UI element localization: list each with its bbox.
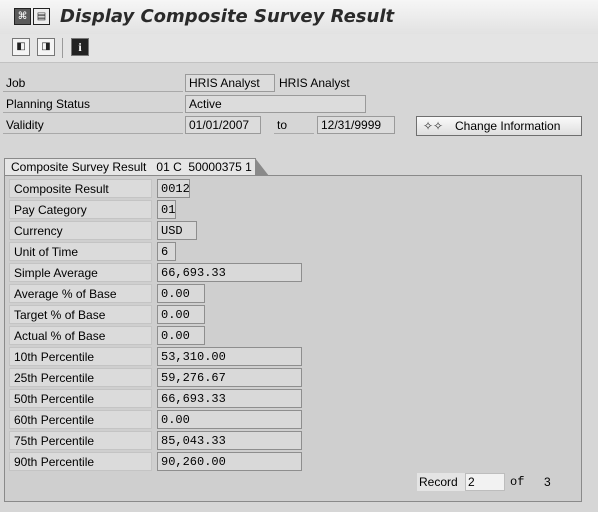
of-label: of xyxy=(510,475,525,489)
document-icon[interactable]: ▤ xyxy=(33,8,50,25)
row-label-target-pct-base: Target % of Base xyxy=(9,305,152,324)
row-label-currency: Currency xyxy=(9,221,152,240)
row-label-10th-percentile: 10th Percentile xyxy=(9,347,152,366)
row-label-90th-percentile: 90th Percentile xyxy=(9,452,152,471)
job-label: Job xyxy=(3,75,183,92)
row-label-25th-percentile: 25th Percentile xyxy=(9,368,152,387)
row-label-composite-result: Composite Result xyxy=(9,179,152,198)
row-label-75th-percentile: 75th Percentile xyxy=(9,431,152,450)
info-icon[interactable]: i xyxy=(71,38,89,56)
page-title: Display Composite Survey Result xyxy=(60,6,395,27)
record-label: Record xyxy=(417,473,467,491)
row-label-simple-average: Simple Average xyxy=(9,263,152,282)
validity-label: Validity xyxy=(3,117,183,134)
75th-percentile-field[interactable]: 85,043.33 xyxy=(157,431,302,450)
planning-status-field[interactable]: Active xyxy=(185,95,366,113)
to-label: to xyxy=(274,117,314,134)
glasses-icon[interactable]: ⌘ xyxy=(14,8,31,25)
application-toolbar: ◧ ◨ i xyxy=(0,34,598,63)
50th-percentile-field[interactable]: 66,693.33 xyxy=(157,389,302,408)
composite-survey-result-tab: Composite Survey Result 01 C 50000375 1 xyxy=(4,158,269,176)
record-total: 3 xyxy=(544,475,551,489)
currency-field[interactable]: USD xyxy=(157,221,197,240)
row-label-average-pct-base: Average % of Base xyxy=(9,284,152,303)
10th-percentile-field[interactable]: 53,310.00 xyxy=(157,347,302,366)
90th-percentile-field[interactable]: 90,260.00 xyxy=(157,452,302,471)
row-label-50th-percentile: 50th Percentile xyxy=(9,389,152,408)
group-title: Composite Survey Result 01 C 50000375 1 xyxy=(11,160,252,174)
actual-pct-base-field[interactable]: 0.00 xyxy=(157,326,205,345)
pay-category-field[interactable]: 01 xyxy=(157,200,176,219)
simple-average-field[interactable]: 66,693.33 xyxy=(157,263,302,282)
60th-percentile-field[interactable]: 0.00 xyxy=(157,410,302,429)
record-number-input[interactable]: 2 xyxy=(465,473,505,491)
change-information-button[interactable]: ✧✧ Change Information xyxy=(416,116,582,136)
unit-of-time-field[interactable]: 6 xyxy=(157,242,176,261)
row-label-unit-of-time: Unit of Time xyxy=(9,242,152,261)
change-information-label: Change Information xyxy=(455,119,561,133)
25th-percentile-field[interactable]: 59,276.67 xyxy=(157,368,302,387)
job-code-field[interactable]: HRIS Analyst xyxy=(185,74,275,92)
target-pct-base-field[interactable]: 0.00 xyxy=(157,305,205,324)
validity-to-field[interactable]: 12/31/9999 xyxy=(317,116,395,134)
toolbar-separator xyxy=(62,38,63,58)
planning-status-label: Planning Status xyxy=(3,96,183,113)
row-label-60th-percentile: 60th Percentile xyxy=(9,410,152,429)
average-pct-base-field[interactable]: 0.00 xyxy=(157,284,205,303)
glasses-icon: ✧✧ xyxy=(423,119,444,133)
validity-from-field[interactable]: 01/01/2007 xyxy=(185,116,261,134)
job-text: HRIS Analyst xyxy=(279,76,350,90)
display-object-icon[interactable]: ◧ xyxy=(12,38,30,56)
composite-result-field[interactable]: 0012 xyxy=(157,179,190,198)
title-bar: ⌘ ▤ Display Composite Survey Result xyxy=(0,0,598,35)
row-label-pay-category: Pay Category xyxy=(9,200,152,219)
row-label-actual-pct-base: Actual % of Base xyxy=(9,326,152,345)
other-object-icon[interactable]: ◨ xyxy=(37,38,55,56)
